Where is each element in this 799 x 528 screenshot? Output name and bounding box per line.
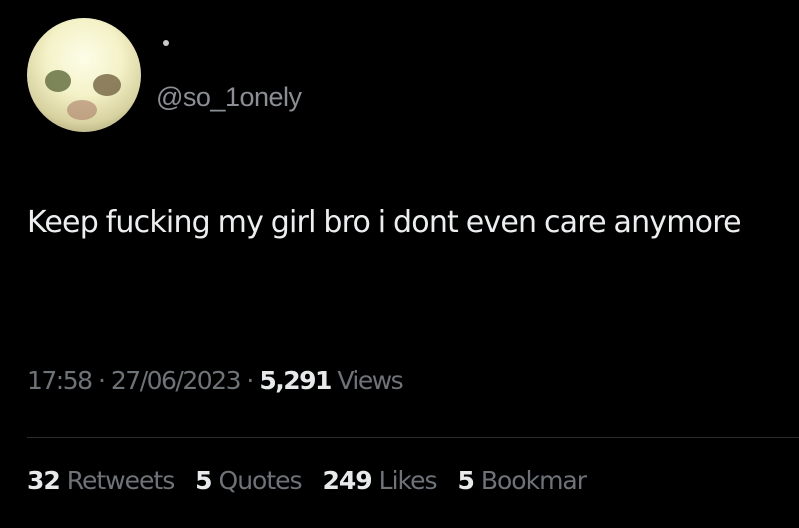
views-count: 5,291: [259, 366, 332, 395]
meta-separator: ·: [91, 366, 111, 395]
meta-separator: ·: [239, 366, 260, 395]
status-dot: [163, 40, 169, 46]
retweets-label: Retweets: [66, 466, 175, 495]
quotes-stat[interactable]: 5 Quotes: [195, 466, 303, 495]
user-handle[interactable]: @so_1onely: [156, 82, 302, 113]
quotes-count: 5: [195, 466, 212, 495]
retweets-stat[interactable]: 32 Retweets: [27, 466, 175, 495]
avatar[interactable]: [27, 18, 141, 132]
views-label: Views: [337, 366, 403, 395]
tweet-meta: 17:58 · 27/06/2023 · 5,291 Views: [27, 366, 404, 395]
tweet-date[interactable]: 27/06/2023: [111, 366, 242, 395]
quotes-label: Quotes: [218, 466, 303, 495]
avatar-face-shape: [67, 100, 97, 120]
tweet-text: Keep fucking my girl bro i dont even car…: [27, 205, 742, 240]
tweet-time[interactable]: 17:58: [27, 366, 93, 395]
retweets-count: 32: [27, 466, 61, 495]
likes-label: Likes: [378, 466, 438, 495]
bookmarks-count: 5: [457, 466, 474, 495]
bookmarks-label: Bookmar: [480, 466, 587, 495]
avatar-face-shape: [93, 74, 121, 96]
avatar-face-shape: [45, 70, 71, 92]
likes-stat[interactable]: 249 Likes: [322, 466, 438, 495]
engagement-stats: 32 Retweets 5 Quotes 249 Likes 5 Bookmar: [27, 466, 600, 495]
likes-count: 249: [322, 466, 373, 495]
bookmarks-stat[interactable]: 5 Bookmar: [457, 466, 587, 495]
divider: [27, 437, 799, 438]
tweet-card: @so_1onely Keep fucking my girl bro i do…: [0, 0, 799, 528]
